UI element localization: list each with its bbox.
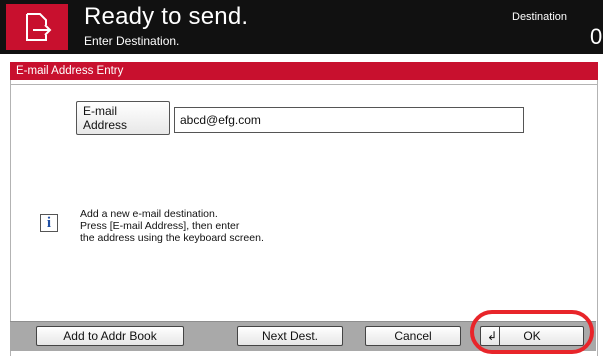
next-dest-button[interactable]: Next Dest.	[237, 326, 343, 346]
status-header: Ready to send. Enter Destination. Destin…	[0, 0, 603, 54]
destination-count: 0	[590, 24, 603, 49]
cancel-button[interactable]: Cancel	[365, 326, 461, 346]
page-title: Ready to send.	[84, 3, 249, 30]
info-message: Add a new e-mail destination. Press [E-m…	[80, 208, 264, 244]
send-mode-button[interactable]	[6, 4, 68, 50]
destination-label: Destination	[512, 11, 568, 23]
info-icon: i	[40, 214, 58, 232]
email-address-button[interactable]: E-mail Address	[76, 101, 170, 135]
info-line: the address using the keyboard screen.	[80, 232, 264, 244]
info-line: Press [E-mail Address], then enter	[80, 220, 240, 232]
email-address-field[interactable]: abcd@efg.com	[174, 107, 524, 133]
divider	[10, 84, 598, 85]
email-address-button-line2: Address	[83, 118, 128, 132]
info-line: Add a new e-mail destination.	[80, 208, 218, 220]
email-address-button-line1: E-mail	[83, 104, 118, 118]
panel-title: E-mail Address Entry	[10, 62, 598, 80]
ok-highlight-ring	[470, 310, 594, 354]
add-to-addr-book-button[interactable]: Add to Addr Book	[36, 326, 184, 346]
page-subtitle: Enter Destination.	[84, 34, 180, 48]
send-document-icon	[26, 13, 52, 41]
